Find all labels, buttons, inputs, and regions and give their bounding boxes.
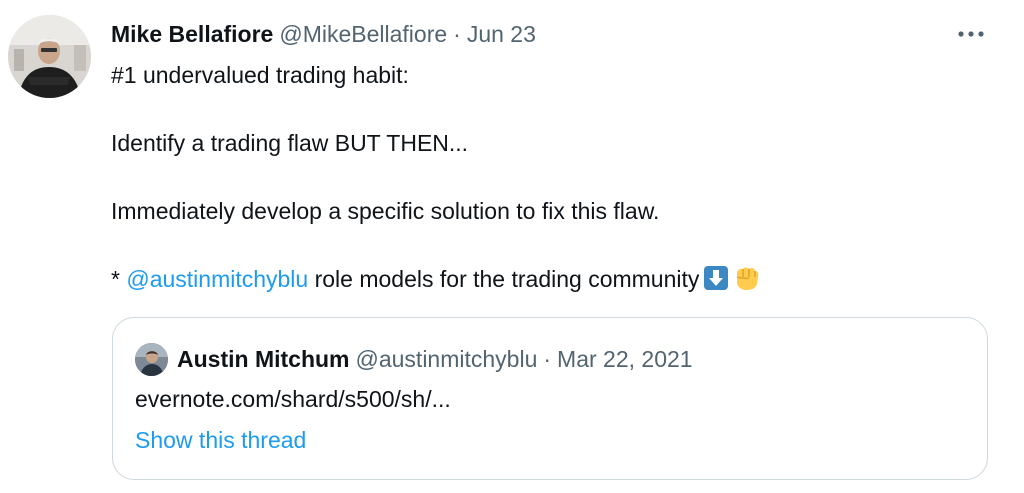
- separator-dot: ·: [453, 20, 461, 47]
- quoted-author-avatar[interactable]: [135, 343, 168, 376]
- show-thread-link[interactable]: Show this thread: [135, 427, 306, 454]
- fist-emoji-icon: [733, 265, 761, 300]
- more-dots-icon: [958, 31, 984, 37]
- tweet-header: Mike Bellafiore @MikeBellafiore · Jun 23: [111, 18, 536, 50]
- quoted-author-name[interactable]: Austin Mitchum: [177, 346, 350, 373]
- quoted-separator-dot: ·: [543, 346, 552, 372]
- line-suffix: role models for the trading community: [308, 266, 700, 292]
- tweet-line: Immediately develop a specific solution …: [111, 198, 660, 224]
- tweet-date[interactable]: Jun 23: [467, 21, 536, 48]
- tweet-line: Identify a trading flaw BUT THEN...: [111, 130, 469, 156]
- line-prefix: *: [111, 266, 127, 292]
- avatar-photo-icon: [8, 15, 91, 98]
- quoted-tweet-date[interactable]: Mar 22, 2021: [557, 346, 693, 373]
- mention-link[interactable]: @austinmitchyblu: [126, 266, 308, 292]
- quoted-avatar-photo-icon: [135, 343, 168, 376]
- more-options-button[interactable]: [954, 22, 988, 46]
- author-avatar[interactable]: [8, 15, 91, 98]
- tweet-card[interactable]: Mike Bellafiore @MikeBellafiore · Jun 23…: [0, 0, 1024, 493]
- quoted-link-text[interactable]: evernote.com/shard/s500/sh/...: [135, 386, 451, 413]
- tweet-line-with-mention: * @austinmitchyblu role models for the t…: [111, 262, 991, 300]
- author-handle[interactable]: @MikeBellafiore: [279, 21, 447, 48]
- quoted-tweet-header: Austin Mitchum @austinmitchyblu · Mar 22…: [177, 343, 693, 376]
- tweet-text: #1 undervalued trading habit: Identify a…: [111, 58, 991, 300]
- quoted-tweet[interactable]: Austin Mitchum @austinmitchyblu · Mar 22…: [112, 317, 988, 480]
- down-arrow-emoji-icon: [703, 265, 729, 300]
- quoted-author-handle[interactable]: @austinmitchyblu: [356, 346, 538, 373]
- author-name[interactable]: Mike Bellafiore: [111, 21, 273, 48]
- tweet-line: #1 undervalued trading habit:: [111, 62, 409, 88]
